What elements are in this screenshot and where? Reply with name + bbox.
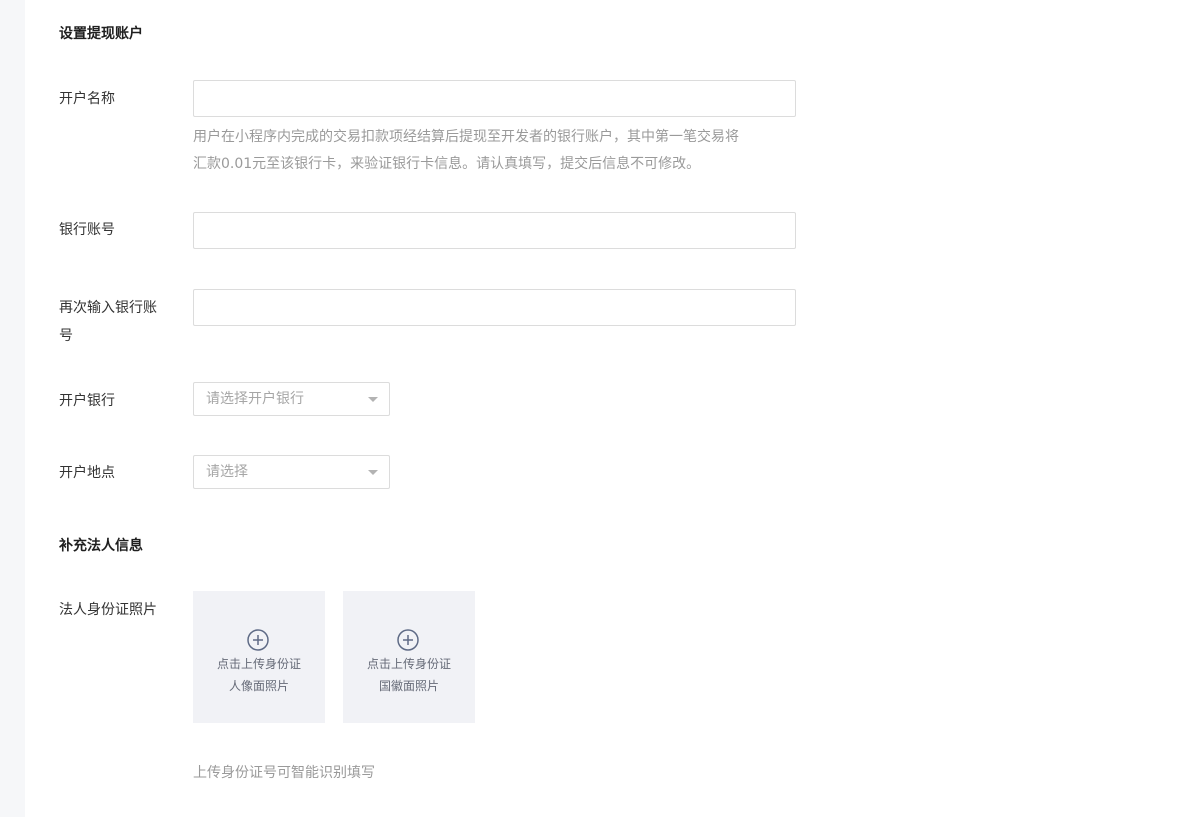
upload-id-portrait-line2: 人像面照片 xyxy=(228,679,289,693)
location-label: 开户地点 xyxy=(59,465,115,481)
bank-account-confirm-label: 再次输入银行账 号 xyxy=(59,294,177,350)
left-rail xyxy=(0,0,25,817)
upload-id-portrait-card[interactable]: 点击上传身份证 人像面照片 xyxy=(193,591,325,723)
section-title-withdraw-account: 设置提现账户 xyxy=(59,26,143,42)
upload-id-portrait-line1: 点击上传身份证 xyxy=(216,657,301,671)
bank-account-input[interactable] xyxy=(193,212,796,249)
bank-select-placeholder: 请选择开户银行 xyxy=(206,391,304,407)
account-name-label: 开户名称 xyxy=(59,91,115,107)
upload-id-emblem-card[interactable]: 点击上传身份证 国徽面照片 xyxy=(343,591,475,723)
chevron-down-icon xyxy=(368,470,378,475)
account-name-input[interactable] xyxy=(193,80,796,117)
bank-account-confirm-input[interactable] xyxy=(193,289,796,326)
upload-id-emblem-text: 点击上传身份证 国徽面照片 xyxy=(343,653,475,697)
plus-circle-icon xyxy=(397,629,419,651)
upload-id-emblem-line2: 国徽面照片 xyxy=(378,679,439,693)
id-photo-label: 法人身份证照片 xyxy=(59,602,157,618)
account-name-hint-line2: 汇款0.01元至该银行卡，来验证银行卡信息。请认真填写，提交后信息不可修改。 xyxy=(193,156,701,172)
plus-circle-icon xyxy=(247,629,269,651)
chevron-down-icon xyxy=(368,397,378,402)
account-name-hint: 用户在小程序内完成的交易扣款项经结算后提现至开发者的银行账户，其中第一笔交易将 … xyxy=(193,124,803,178)
account-name-hint-line1: 用户在小程序内完成的交易扣款项经结算后提现至开发者的银行账户，其中第一笔交易将 xyxy=(193,129,739,145)
bank-label: 开户银行 xyxy=(59,393,115,409)
upload-id-emblem-line1: 点击上传身份证 xyxy=(366,657,451,671)
id-upload-footer-hint: 上传身份证号可智能识别填写 xyxy=(193,765,375,781)
bank-select[interactable]: 请选择开户银行 xyxy=(193,382,390,416)
location-select-placeholder: 请选择 xyxy=(206,464,248,480)
upload-id-portrait-text: 点击上传身份证 人像面照片 xyxy=(193,653,325,697)
bank-account-confirm-label-line2: 号 xyxy=(59,328,73,344)
location-select[interactable]: 请选择 xyxy=(193,455,390,489)
section-title-legal-person: 补充法人信息 xyxy=(59,538,143,554)
bank-account-label: 银行账号 xyxy=(59,222,115,238)
bank-account-confirm-label-line1: 再次输入银行账 xyxy=(59,300,157,316)
